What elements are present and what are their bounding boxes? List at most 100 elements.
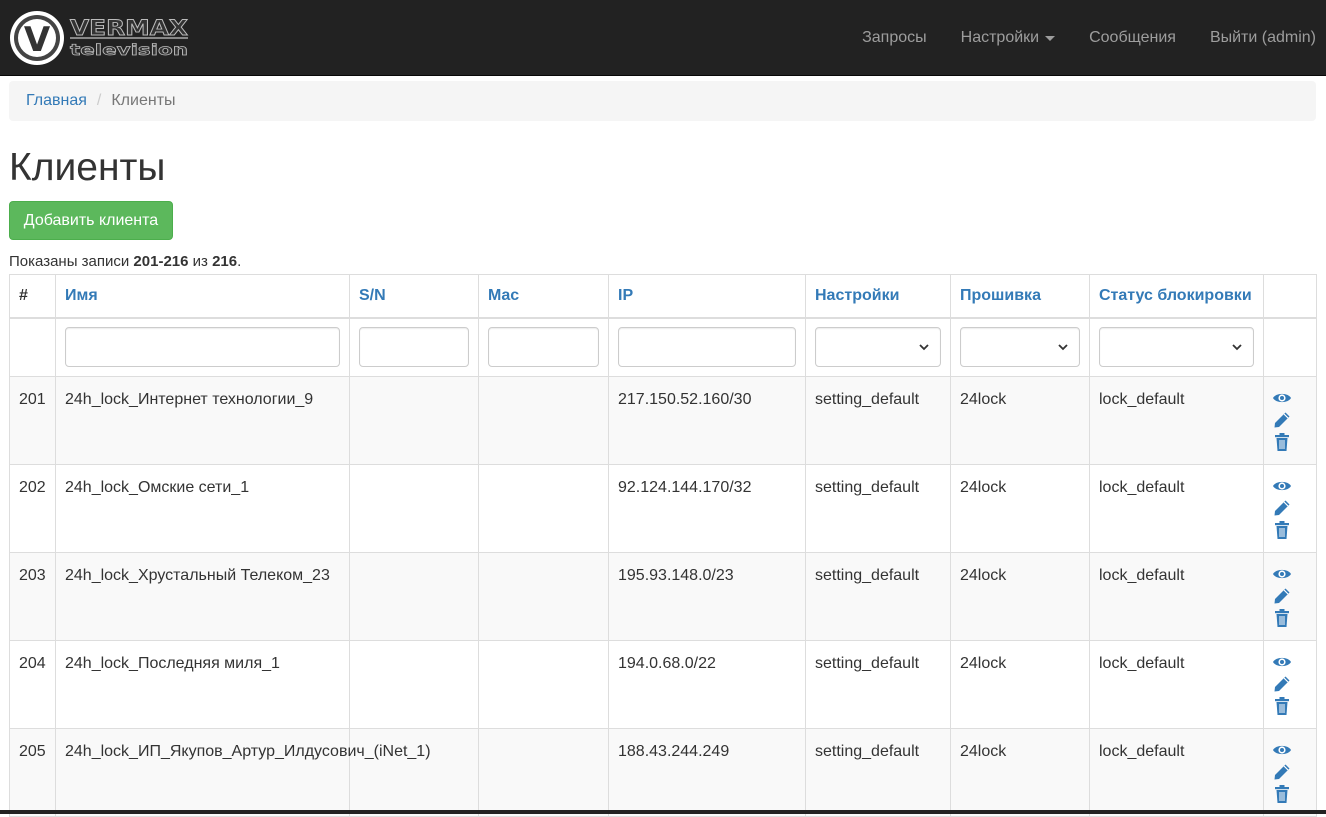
page-title: Клиенты [9,146,166,189]
trash-icon[interactable] [1272,696,1292,716]
nav-messages[interactable]: Сообщения [1072,0,1193,76]
filter-cell-empty [9,317,56,377]
breadcrumb-current: Клиенты [111,92,176,109]
records-summary: Показаны записи 201-216 из 216. [9,253,241,270]
pencil-icon[interactable] [1272,674,1292,694]
vermax-logo[interactable]: V VERMAX television [8,9,192,67]
cell-number: 205 [9,728,56,817]
chevron-down-icon [1232,344,1242,351]
column-header-mac[interactable]: Mac [478,274,609,319]
filter-lock-status-select[interactable] [1099,327,1254,368]
chevron-down-icon [1058,344,1068,351]
summary-total: 216 [212,253,238,270]
column-header-settings[interactable]: Настройки [805,274,951,319]
cell-name: 24h_lock_Интернет технологии_9 [55,376,350,465]
cell-sn [349,728,479,817]
sort-link-ip[interactable]: IP [618,287,633,304]
cell-actions [1263,640,1317,729]
column-header-ip[interactable]: IP [608,274,806,319]
eye-icon[interactable] [1272,740,1292,760]
cell-number: 204 [9,640,56,729]
cell-mac [478,640,609,729]
cell-mac [478,552,609,641]
bottom-edge [0,810,1326,814]
cell-sn [349,376,479,465]
column-header-actions [1263,274,1317,319]
cell-ip: 194.0.68.0/22 [608,640,806,729]
cell-ip: 92.124.144.170/32 [608,464,806,553]
cell-settings: setting_default [805,640,951,729]
clients-table: # Имя S/N Mac IP Настройки Прошивка Стат… [9,274,1317,817]
cell-settings: setting_default [805,728,951,817]
top-navbar: V VERMAX television Запросы Настройки Со… [0,0,1326,76]
pencil-icon[interactable] [1272,762,1292,782]
column-header-firmware[interactable]: Прошивка [950,274,1090,319]
trash-icon[interactable] [1272,784,1292,804]
add-client-button[interactable]: Добавить клиента [9,201,173,240]
column-header-sn[interactable]: S/N [349,274,479,319]
cell-firmware: 24lock [950,640,1090,729]
filter-name-input[interactable] [65,327,340,368]
cell-actions [1263,728,1317,817]
cell-mac [478,464,609,553]
breadcrumb-home[interactable]: Главная [26,92,87,110]
column-header-name[interactable]: Имя [55,274,350,319]
sort-link-settings[interactable]: Настройки [815,287,899,304]
filter-sn-input[interactable] [359,327,469,368]
table-row: 204 24h_lock_Последняя миля_1 194.0.68.0/2… [9,640,1317,729]
filter-firmware-select[interactable] [960,327,1080,368]
svg-text:V: V [24,20,51,60]
cell-name: 24h_lock_ИП_Якупов_Артур_Илдусович_(iNet… [55,728,431,817]
cell-ip: 188.43.244.249 [608,728,806,817]
cell-lock-status: lock_default [1089,464,1264,553]
cell-lock-status: lock_default [1089,376,1264,465]
sort-link-lock-status[interactable]: Статус блокировки [1099,287,1252,304]
eye-icon[interactable] [1272,388,1292,408]
sort-link-name[interactable]: Имя [65,287,98,304]
table-row: 203 24h_lock_Хрустальный Телеком_23 195.93… [9,552,1317,641]
column-header-lock-status[interactable]: Статус блокировки [1089,274,1264,319]
cell-sn [349,464,479,553]
svg-text:VERMAX: VERMAX [70,16,188,40]
cell-ip: 217.150.52.160/30 [608,376,806,465]
cell-firmware: 24lock [950,552,1090,641]
filter-settings-select[interactable] [815,327,941,368]
trash-icon[interactable] [1272,432,1292,452]
filter-row [9,317,1317,377]
caret-down-icon [1045,35,1056,41]
cell-lock-status: lock_default [1089,552,1264,641]
cell-sn [349,552,479,641]
filter-mac-input[interactable] [488,327,599,368]
nav-settings-dropdown[interactable]: Настройки [944,0,1072,76]
summary-mid: из [188,253,213,270]
cell-ip: 195.93.148.0/23 [608,552,806,641]
sort-link-mac[interactable]: Mac [488,287,519,304]
cell-number: 203 [9,552,56,641]
table-row: 202 24h_lock_Омские сети_1 92.124.144.170/… [9,464,1317,553]
nav-logout[interactable]: Выйти (admin) [1193,0,1326,76]
eye-icon[interactable] [1272,652,1292,672]
summary-suffix: . [237,253,242,270]
column-header-number: # [9,274,56,319]
filter-cell-empty [1263,317,1317,377]
eye-icon[interactable] [1272,476,1292,496]
cell-mac [478,728,609,817]
cell-settings: setting_default [805,464,951,553]
eye-icon[interactable] [1272,564,1292,584]
cell-firmware: 24lock [950,376,1090,465]
pencil-icon[interactable] [1272,498,1292,518]
pencil-icon[interactable] [1272,410,1292,430]
trash-icon[interactable] [1272,608,1292,628]
cell-sn [349,640,479,729]
cell-actions [1263,464,1317,553]
nav-requests[interactable]: Запросы [845,0,944,76]
sort-link-firmware[interactable]: Прошивка [960,287,1041,304]
sort-link-sn[interactable]: S/N [359,287,386,304]
cell-name: 24h_lock_Последняя миля_1 [55,640,350,729]
cell-lock-status: lock_default [1089,640,1264,729]
nav-settings-label: Настройки [960,29,1040,46]
cell-actions [1263,552,1317,641]
pencil-icon[interactable] [1272,586,1292,606]
trash-icon[interactable] [1272,520,1292,540]
filter-ip-input[interactable] [618,327,796,368]
